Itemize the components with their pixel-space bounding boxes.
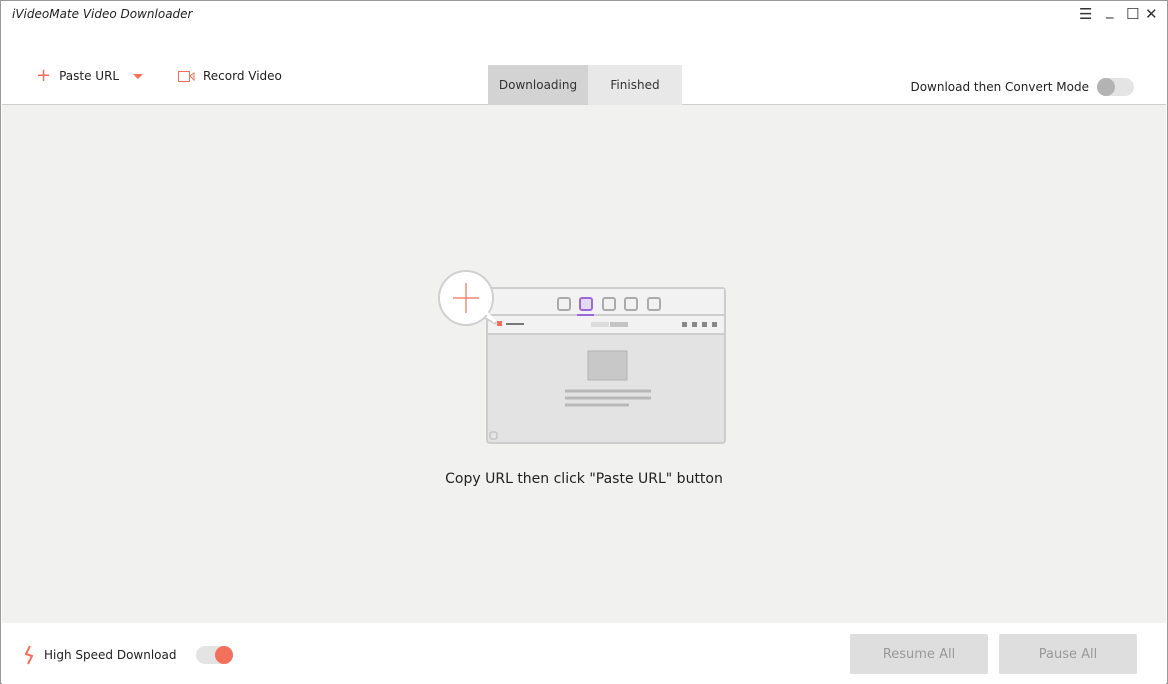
header: iVideoMate Video Downloader ☰ _ ☐ ✕ + Pa… [2, 2, 1166, 105]
high-speed-toggle[interactable] [196, 646, 234, 664]
plus-icon: + [36, 65, 52, 86]
minimize-icon[interactable]: _ [1106, 2, 1114, 18]
maximize-icon[interactable]: ☐ [1126, 6, 1139, 22]
lightning-icon [24, 645, 34, 665]
resume-all-button[interactable]: Resume All [850, 634, 988, 674]
tab-finished[interactable]: Finished [588, 65, 682, 105]
app-window: iVideoMate Video Downloader ☰ _ ☐ ✕ + Pa… [0, 0, 1168, 684]
high-speed-label: High Speed Download [44, 648, 177, 662]
convert-mode-toggle[interactable] [1097, 78, 1134, 96]
footer: High Speed Download Resume All Pause All [2, 623, 1166, 684]
convert-mode: Download then Convert Mode [910, 78, 1134, 96]
tab-downloading[interactable]: Downloading [488, 65, 588, 105]
record-video-label: Record Video [203, 69, 282, 83]
empty-state-hint: Copy URL then click "Paste URL" button [445, 471, 723, 487]
record-video-button[interactable]: Record Video [178, 69, 282, 83]
video-camera-icon [178, 70, 195, 82]
close-icon[interactable]: ✕ [1145, 6, 1158, 22]
paste-url-label: Paste URL [59, 69, 120, 83]
download-list-area: Copy URL then click "Paste URL" button [2, 105, 1166, 623]
menu-icon[interactable]: ☰ [1079, 6, 1092, 22]
pause-all-button[interactable]: Pause All [999, 634, 1137, 674]
empty-state-illustration [438, 270, 726, 444]
chevron-down-icon[interactable] [133, 73, 144, 79]
paste-url-button[interactable]: + Paste URL [36, 65, 144, 86]
tab-bar: Downloading Finished [488, 65, 682, 105]
high-speed-download: High Speed Download [24, 645, 234, 665]
app-title: iVideoMate Video Downloader [12, 7, 193, 21]
convert-mode-label: Download then Convert Mode [910, 80, 1089, 94]
